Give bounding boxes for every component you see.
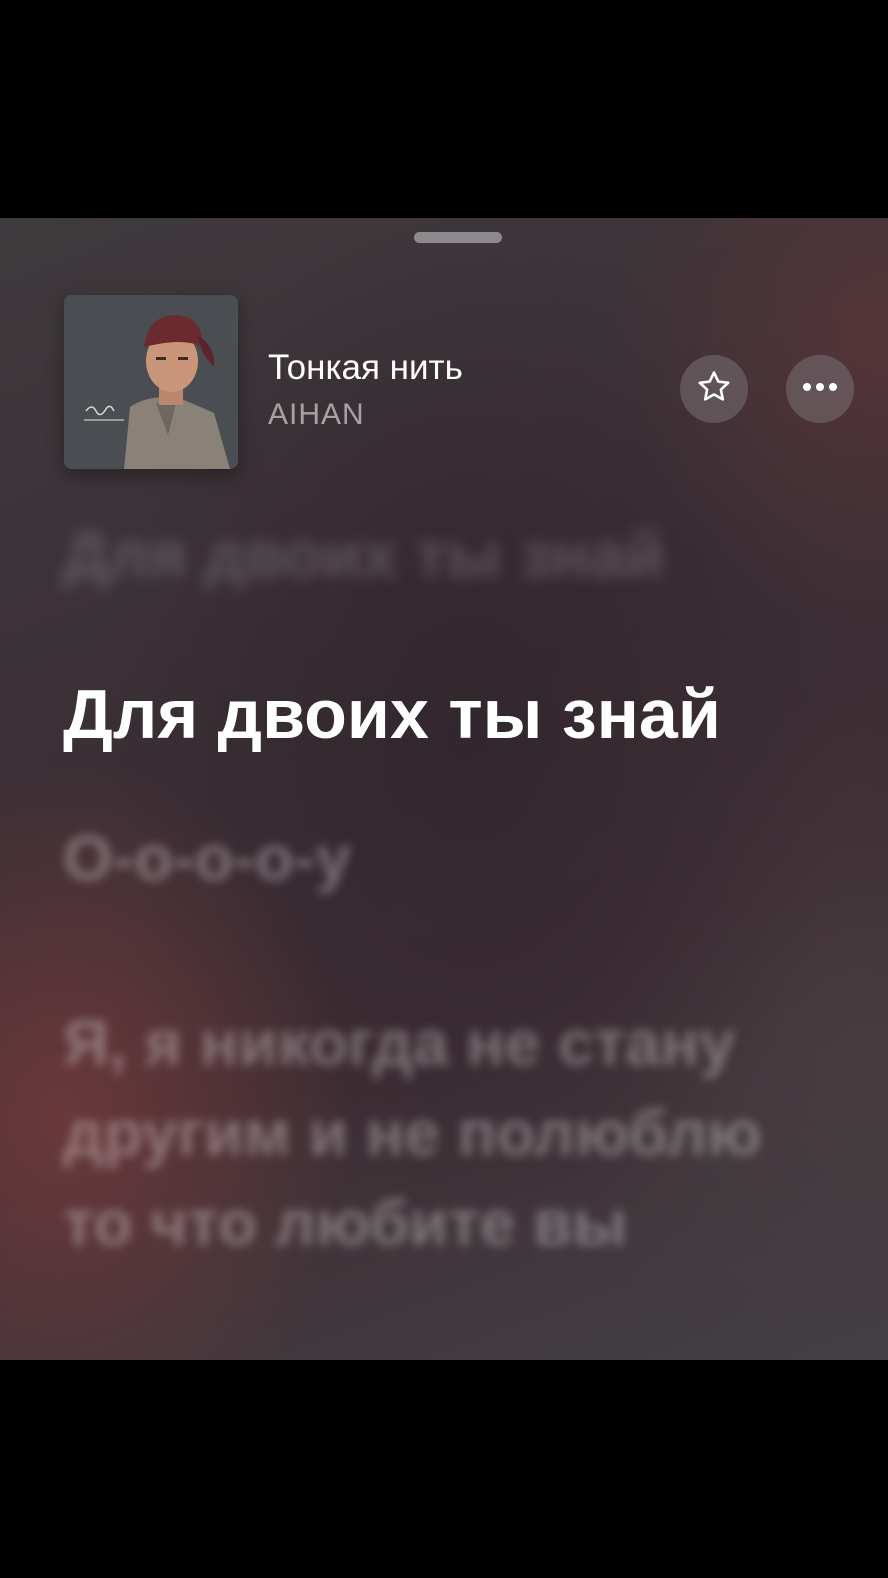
lyric-line-active[interactable]: Для двоих ты знай: [63, 666, 823, 762]
more-button[interactable]: [786, 355, 854, 423]
track-title[interactable]: Тонкая нить: [268, 348, 463, 388]
letterbox-bottom: [0, 1360, 888, 1578]
album-artwork[interactable]: [64, 295, 238, 469]
lyrics-sheet: Тонкая нить AIHAN Для двоих ты знай Для …: [0, 218, 888, 1360]
track-artist[interactable]: AIHAN: [268, 398, 365, 432]
lyric-line-previous[interactable]: Для двоих ты знай: [63, 510, 823, 600]
now-playing-header: Тонкая нить AIHAN: [0, 218, 888, 498]
star-icon: [696, 369, 732, 410]
lyric-line-upcoming[interactable]: Я, я никогда не стану другим и не полюбл…: [63, 998, 823, 1268]
letterbox-top: [0, 0, 888, 218]
lyrics-list: Для двоих ты знай Для двоих ты знай О-о-…: [0, 498, 888, 1360]
favorite-button[interactable]: [680, 355, 748, 423]
ellipsis-icon: [800, 380, 840, 398]
lyric-line-next[interactable]: О-о-о-о-у: [63, 813, 823, 903]
